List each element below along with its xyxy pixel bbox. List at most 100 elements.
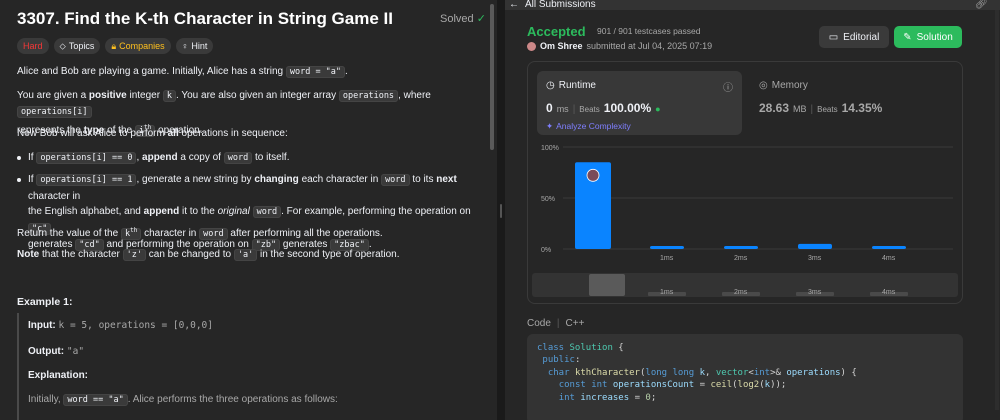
code-line: const int operationsCount = ceil(log2(k)…: [558, 380, 787, 391]
memory-label: Memory: [771, 80, 808, 91]
avatar[interactable]: [527, 41, 536, 51]
pane-divider[interactable]: [497, 0, 505, 420]
solved-status: Solved ✓: [440, 12, 486, 25]
runtime-distribution-chart: 100% 50% 0% 1ms 2ms 3ms 4ms 1ms 2ms 3ms 4ms: [532, 145, 958, 297]
y-tick-label: 50%: [541, 196, 555, 203]
submission-pane: ← All Submissions 🔗︎ Accepted 901 / 901 t…: [505, 0, 1000, 420]
code-block[interactable]: class Solution { public: char kthCharact…: [527, 334, 963, 420]
bullet-dot: [17, 178, 21, 182]
memory-chip-icon: ◎: [759, 80, 768, 91]
book-icon: ▭: [828, 31, 839, 43]
code-header: Code | C++: [527, 318, 585, 329]
code-line: class Solution {: [537, 343, 624, 353]
runtime-value-row: 0 ms | Beats 100.00% ●: [546, 101, 661, 115]
runtime-card[interactable]: ◷ Runtime ⓘ 0 ms | Beats 100.00% ● ✦ Analy…: [537, 71, 742, 135]
difficulty-badge: Hard: [17, 38, 49, 54]
testcases-passed: 901 / 901 testcases passed: [597, 26, 701, 36]
link-icon[interactable]: 🔗︎: [975, 0, 988, 10]
runtime-value: 0: [546, 101, 553, 115]
runtime-unit: ms: [556, 104, 569, 114]
memory-card[interactable]: ◎ Memory 28.63 MB | Beats 14.35%: [750, 71, 950, 135]
navigator-tick-label: 3ms: [808, 289, 822, 296]
chart-bar: [724, 245, 758, 249]
runtime-header: ◷ Runtime: [546, 80, 596, 91]
all-submissions-link[interactable]: ← All Submissions: [509, 0, 596, 10]
analyze-complexity-link[interactable]: ✦ Analyze Complexity: [546, 121, 631, 132]
example-title: Example 1:: [17, 296, 73, 308]
stats-panel: ◷ Runtime ⓘ 0 ms | Beats 100.00% ● ✦ Analy…: [527, 61, 963, 304]
example-input: Input: k = 5, operations = [0,0,0]: [28, 320, 213, 331]
beats-badge-icon: ●: [655, 104, 661, 114]
language-label: C++: [565, 318, 585, 329]
clock-icon: ◷: [546, 80, 555, 91]
divider-grip[interactable]: [500, 204, 502, 218]
example-explanation-label: Explanation:: [28, 370, 89, 381]
companies-tag[interactable]: 🔒︎ Companies: [105, 38, 171, 54]
back-label: All Submissions: [525, 0, 596, 10]
bullet-dot: [17, 156, 21, 160]
code-line: int increases = 0;: [558, 392, 657, 403]
check-circle-icon: ✓: [476, 13, 486, 25]
x-tick-label: 4ms: [882, 255, 896, 262]
code-line: char kthCharacter(long long k, vector<in…: [547, 367, 857, 378]
navigator-bar: [589, 274, 625, 296]
topics-tag[interactable]: ⬦ Topics: [53, 38, 101, 54]
lock-icon: 🔒︎: [111, 41, 117, 51]
runtime-beats: 100.00%: [603, 101, 652, 115]
example-border: [17, 313, 19, 420]
code-tab: Code: [527, 318, 551, 329]
chart-bar: [798, 243, 832, 249]
sparkle-icon: ✦: [546, 121, 554, 131]
bullet-1: If operations[i] == 0, append a copy of …: [28, 152, 290, 164]
lightbulb-icon: ♀: [181, 41, 189, 51]
inline-code: word = "a": [285, 66, 346, 78]
companies-label: Companies: [119, 41, 165, 51]
beats-label: Beats: [579, 105, 600, 114]
x-tick-label: 2ms: [734, 255, 748, 262]
hint-label: Hint: [191, 41, 208, 51]
solution-button[interactable]: ✎ Solution: [894, 26, 962, 48]
submitted-time: submitted at Jul 04, 2025 07:19: [586, 41, 713, 51]
solved-label: Solved: [440, 13, 474, 25]
author-name[interactable]: Om Shree: [540, 41, 583, 51]
y-tick-label: 0%: [541, 247, 551, 254]
memory-beats: 14.35%: [841, 101, 883, 115]
beats-label: Beats: [817, 105, 838, 114]
tag-row: Hard ⬦ Topics 🔒︎ Companies ♀ Hint: [17, 38, 214, 54]
topics-label: Topics: [68, 41, 95, 51]
example-output: Output: "a": [28, 346, 85, 357]
submission-author: Om Shree submitted at Jul 04, 2025 07:19: [527, 41, 712, 51]
y-tick-label: 100%: [541, 145, 559, 152]
left-scrollbar[interactable]: [490, 4, 494, 150]
navigator-tick-label: 1ms: [660, 289, 674, 296]
hint-tag[interactable]: ♀ Hint: [175, 38, 214, 54]
right-scrollbar[interactable]: [995, 10, 999, 410]
paragraph-3: Now Bob will ask Alice to perform all op…: [17, 128, 288, 139]
analyze-label: Analyze Complexity: [556, 121, 631, 131]
tag-icon: ⬦: [59, 41, 66, 51]
solution-label: Solution: [916, 31, 953, 43]
x-tick-label: 3ms: [808, 255, 822, 262]
memory-value: 28.63: [759, 101, 790, 115]
navigator-tick-label: 4ms: [882, 289, 896, 296]
paragraph-1: Alice and Bob are playing a game. Initia…: [17, 66, 348, 78]
edit-icon: ✎: [903, 31, 912, 43]
memory-header: ◎ Memory: [759, 80, 808, 91]
avatar-marker: [586, 168, 600, 182]
problem-description-pane: 3307. Find the K-th Character in String …: [0, 0, 497, 420]
code-line: public:: [542, 355, 581, 366]
memory-value-row: 28.63 MB | Beats 14.35%: [759, 101, 883, 115]
x-tick-label: 1ms: [660, 255, 674, 262]
memory-unit: MB: [793, 104, 807, 114]
editorial-label: Editorial: [843, 31, 880, 43]
info-icon[interactable]: ⓘ: [723, 79, 733, 94]
navigator-tick-label: 2ms: [734, 289, 748, 296]
paragraph-5: Note that the character 'z' can be chang…: [17, 249, 400, 261]
example-explanation: Initially, word == "a". Alice performs t…: [28, 394, 338, 406]
chart-bar: [650, 245, 684, 249]
paragraph-4: Return the value of the kth character in…: [17, 227, 383, 240]
editorial-button[interactable]: ▭ Editorial: [819, 26, 889, 48]
arrow-left-icon: ←: [509, 0, 519, 10]
chart-bar: [872, 245, 906, 249]
runtime-label: Runtime: [558, 80, 596, 91]
